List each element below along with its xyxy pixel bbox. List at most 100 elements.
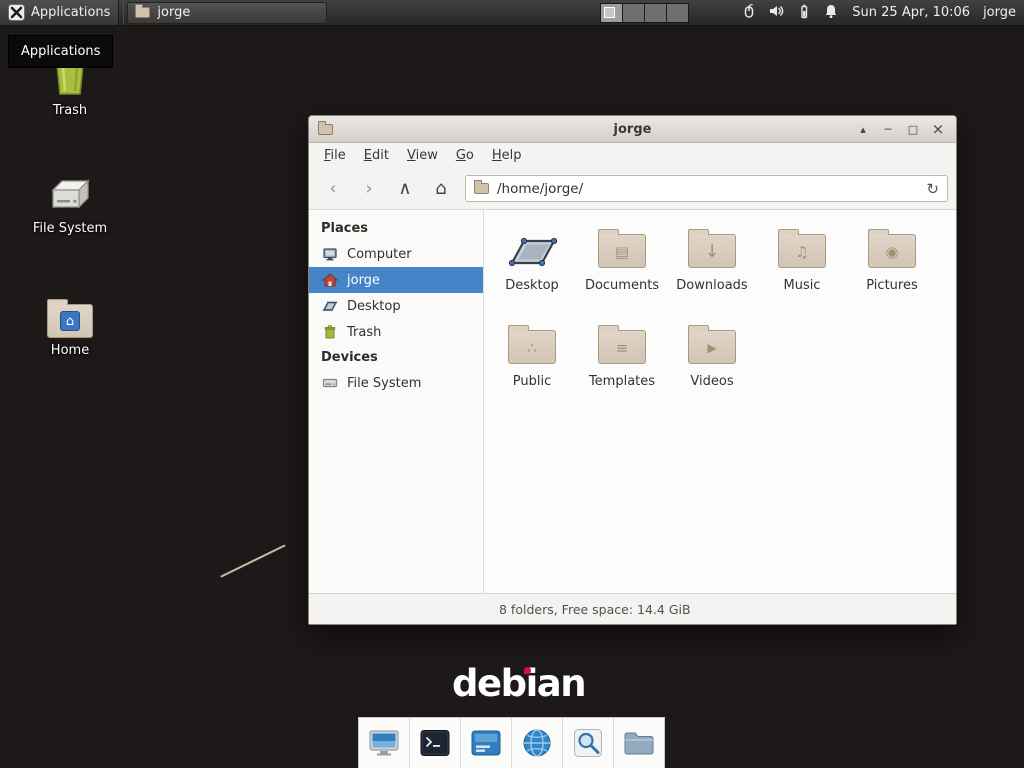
shade-button[interactable]: ▴ [854, 120, 872, 139]
folder-icon: ∴ [508, 330, 556, 364]
statusbar-text: 8 folders, Free space: 14.4 GiB [499, 602, 691, 617]
workspace-switcher[interactable] [600, 3, 689, 23]
window-controls: ▴ ─ □ × [854, 120, 947, 139]
trash-icon [322, 324, 338, 340]
terminal-icon [418, 728, 452, 758]
show-desktop-launcher[interactable] [359, 718, 410, 768]
file-label: Music [784, 278, 821, 293]
power-icon[interactable] [796, 3, 812, 23]
file-item-templates[interactable]: ≡ Templates [577, 320, 667, 416]
desktop-icon-file-system[interactable]: File System [25, 166, 115, 236]
volume-icon[interactable] [768, 3, 785, 23]
home-icon [322, 272, 338, 288]
file-item-pictures[interactable]: ◉ Pictures [847, 224, 937, 320]
workspace-window-thumb [604, 7, 615, 18]
panel-preferences-icon [469, 728, 503, 758]
menu-file[interactable]: File [315, 145, 355, 166]
drive-icon [322, 375, 338, 391]
workspace-3[interactable] [645, 4, 666, 22]
videos-glyph-icon: ▶ [707, 342, 716, 354]
sidebar-header-places: Places [309, 216, 483, 241]
sidebar-item-computer[interactable]: Computer [309, 241, 483, 267]
sidebar-item-label: jorge [347, 273, 380, 288]
sidebar-item-trash[interactable]: Trash [309, 319, 483, 345]
file-item-downloads[interactable]: ↓ Downloads [667, 224, 757, 320]
file-label: Downloads [676, 278, 747, 293]
close-button[interactable]: × [929, 120, 947, 139]
mouse-icon[interactable] [741, 3, 757, 23]
clock[interactable]: Sun 25 Apr, 10:06 [852, 5, 970, 20]
file-label: Templates [589, 374, 655, 389]
workspace-1[interactable] [601, 4, 622, 22]
file-label: Public [513, 374, 551, 389]
menu-help[interactable]: Help [483, 145, 531, 166]
folder-icon: ♫ [778, 234, 826, 268]
menu-go[interactable]: Go [447, 145, 483, 166]
reload-icon[interactable]: ↻ [926, 180, 939, 198]
minimize-button[interactable]: ─ [879, 120, 897, 139]
taskbar-window-label: jorge [157, 5, 190, 20]
sidebar-header-devices: Devices [309, 345, 483, 370]
applications-tooltip: Applications [8, 35, 113, 68]
applications-label: Applications [31, 5, 110, 20]
applications-menu-button[interactable]: Applications [0, 0, 118, 25]
folder-icon: ▤ [598, 234, 646, 268]
sidebar: Places Computer jorge [309, 210, 484, 593]
debian-logo: debian [452, 662, 585, 705]
terminal-launcher[interactable] [410, 718, 461, 768]
file-manager-window: jorge ▴ ─ □ × File Edit View Go Help ‹ ›… [308, 115, 957, 625]
menubar: File Edit View Go Help [309, 143, 956, 168]
file-item-music[interactable]: ♫ Music [757, 224, 847, 320]
desktop-icon-label: File System [33, 221, 107, 236]
menu-view[interactable]: View [398, 145, 447, 166]
file-item-videos[interactable]: ▶ Videos [667, 320, 757, 416]
up-button[interactable]: ∧ [389, 175, 421, 203]
file-item-documents[interactable]: ▤ Documents [577, 224, 667, 320]
debian-swirl-icon [524, 667, 531, 674]
home-folder-icon: ⌂ [47, 288, 93, 338]
window-titlebar[interactable]: jorge ▴ ─ □ × [309, 116, 956, 143]
application-finder-icon [572, 727, 604, 759]
path-bar[interactable]: ↻ [465, 175, 948, 202]
debian-logo-text: debian [452, 662, 585, 705]
path-input[interactable] [497, 181, 918, 197]
statusbar: 8 folders, Free space: 14.4 GiB [309, 593, 956, 624]
notifications-icon[interactable] [823, 3, 839, 23]
taskbar-window-button[interactable]: jorge [127, 2, 327, 24]
workspace-4[interactable] [667, 4, 688, 22]
panel-preferences-launcher[interactable] [461, 718, 512, 768]
window-body: Places Computer jorge [309, 210, 956, 593]
home-button[interactable]: ⌂ [425, 175, 457, 203]
desktop-icon-label: Trash [53, 103, 87, 118]
forward-button[interactable]: › [353, 175, 385, 203]
computer-icon [322, 246, 338, 262]
file-item-public[interactable]: ∴ Public [487, 320, 577, 416]
file-item-desktop[interactable]: Desktop [487, 224, 577, 320]
web-browser-icon [521, 727, 553, 759]
file-grid: Desktop ▤ Documents ↓ Downloads [484, 210, 956, 593]
file-manager-icon [622, 729, 656, 757]
music-glyph-icon: ♫ [795, 245, 808, 260]
wallpaper-swirl-line [220, 544, 286, 577]
desktop: debian Trash File System [0, 0, 1024, 768]
folder-icon: ↓ [688, 234, 736, 268]
desktop-folder-icon [505, 224, 559, 278]
sidebar-item-desktop[interactable]: Desktop [309, 293, 483, 319]
file-manager-launcher[interactable] [614, 718, 664, 768]
maximize-button[interactable]: □ [904, 120, 922, 139]
back-button[interactable]: ‹ [317, 175, 349, 203]
username-label: jorge [983, 5, 1016, 20]
workspace-2[interactable] [623, 4, 644, 22]
menu-edit[interactable]: Edit [355, 145, 398, 166]
tooltip-text: Applications [21, 44, 100, 59]
drive-icon [47, 166, 93, 216]
sidebar-item-file-system[interactable]: File System [309, 370, 483, 396]
templates-glyph-icon: ≡ [616, 341, 629, 356]
web-browser-launcher[interactable] [512, 718, 563, 768]
application-finder-launcher[interactable] [563, 718, 614, 768]
desktop-icon-home[interactable]: ⌂ Home [25, 288, 115, 358]
documents-glyph-icon: ▤ [615, 245, 629, 260]
sidebar-item-jorge[interactable]: jorge [309, 267, 483, 293]
downloads-glyph-icon: ↓ [704, 243, 719, 261]
top-panel: Applications jorge [0, 0, 1024, 26]
